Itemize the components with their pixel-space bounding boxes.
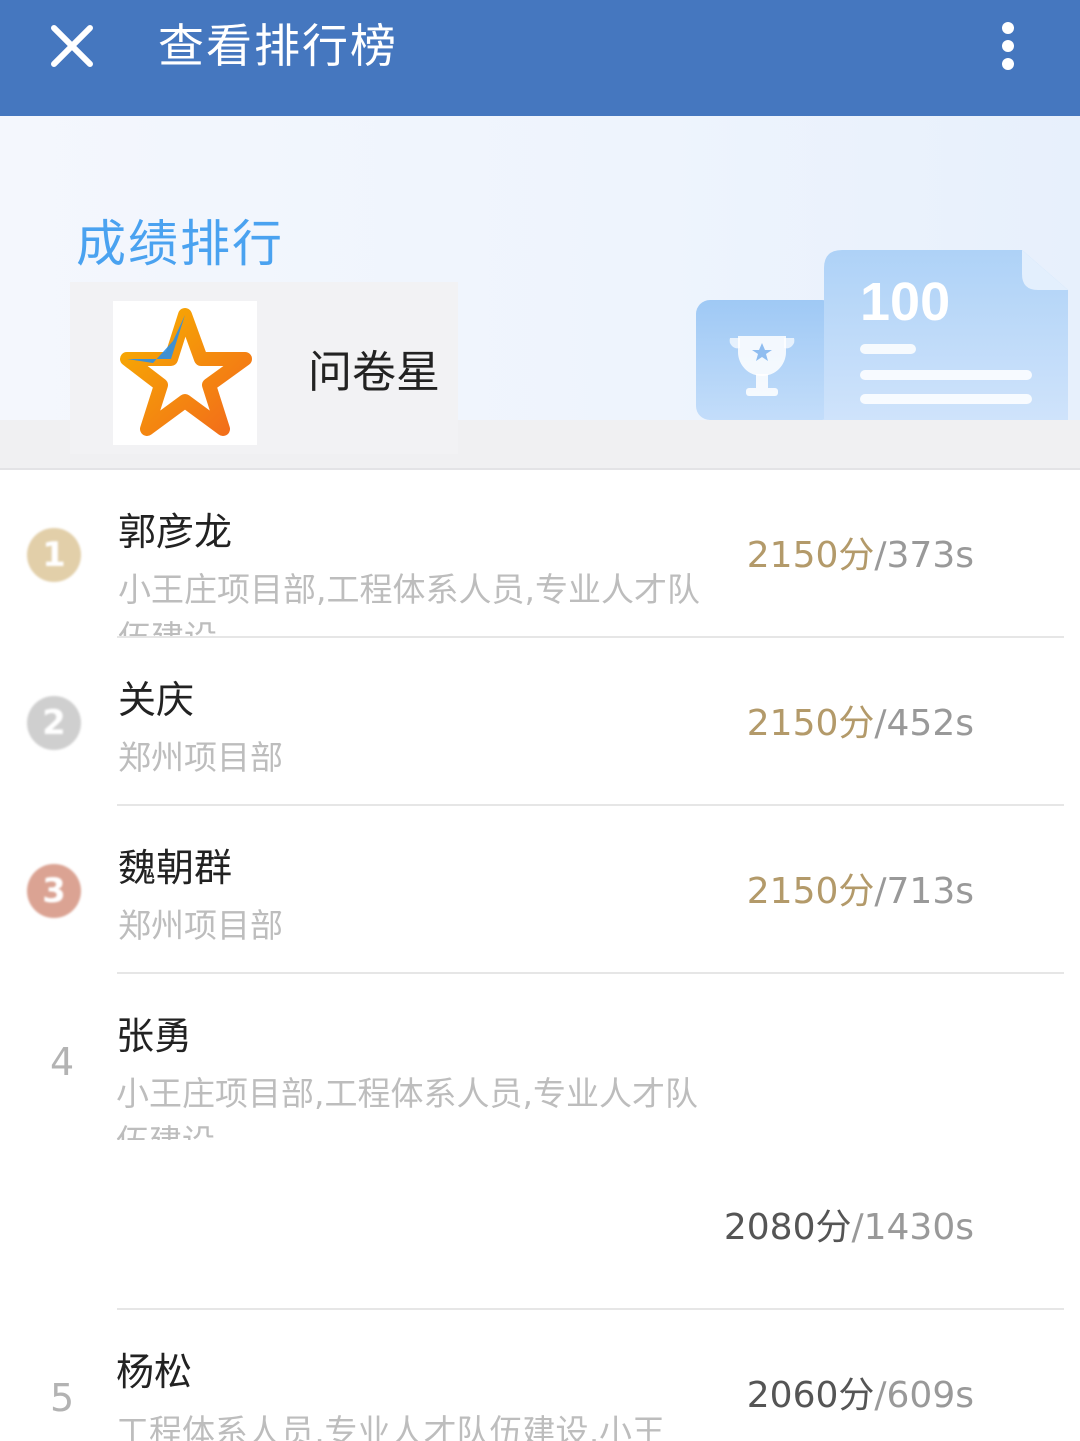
- rank-number: 4: [50, 1040, 75, 1084]
- participant-department: 小王庄项目部,工程体系人员,专业人才队伍建设: [118, 570, 700, 636]
- svg-text:100: 100: [860, 272, 950, 332]
- rank-number: 5: [50, 1376, 75, 1420]
- close-button[interactable]: [40, 14, 104, 78]
- leaderboard-row[interactable]: 2 关庆 郑州项目部 2150分/452s: [0, 638, 1080, 806]
- leaderboard-row[interactable]: 1 郭彦龙 小王庄项目部,工程体系人员,专业人才队伍建设 2150分/373s: [0, 470, 1080, 638]
- participant-score: 2150分/713s: [746, 871, 974, 912]
- star-logo-icon: [120, 308, 252, 436]
- participant-name: 关庆: [118, 678, 195, 722]
- participant-department: 郑州项目部: [118, 738, 283, 777]
- participant-score: 2080分/1430s: [723, 1207, 974, 1248]
- more-button[interactable]: [984, 14, 1032, 78]
- banner-title: 成绩排行: [76, 215, 284, 273]
- participant-department: 工程体系人员,专业人才队伍建设,小王: [116, 1412, 665, 1441]
- logo: [113, 301, 257, 445]
- leaderboard-row[interactable]: 5 杨松 工程体系人员,专业人才队伍建设,小王 2060分/609s: [0, 1310, 1080, 1441]
- score-sheet-illustration: 100: [696, 250, 1068, 420]
- bronze-medal-icon: 3: [27, 864, 81, 918]
- leaderboard-row[interactable]: 4 张勇 小王庄项目部,工程体系人员,专业人才队伍建设 2080分/1430s: [0, 974, 1080, 1310]
- survey-logo-card: 问卷星: [70, 282, 458, 454]
- silver-medal-icon: 2: [27, 696, 81, 750]
- participant-department: 郑州项目部: [118, 906, 283, 945]
- participant-name: 张勇: [116, 1014, 193, 1058]
- participant-department: 小王庄项目部,工程体系人员,专业人才队伍建设: [116, 1074, 698, 1140]
- participant-score: 2060分/609s: [746, 1375, 974, 1416]
- more-vertical-icon: [1002, 22, 1014, 70]
- gold-medal-icon: 1: [27, 528, 81, 582]
- participant-name: 魏朝群: [118, 846, 233, 890]
- participant-score: 2150分/452s: [746, 703, 974, 744]
- survey-brand-name: 问卷星: [308, 347, 440, 398]
- page-title: 查看排行榜: [158, 19, 398, 73]
- top-bar: 查看排行榜: [0, 0, 1080, 116]
- participant-name: 郭彦龙: [118, 510, 233, 554]
- close-icon: [51, 25, 93, 67]
- participant-name: 杨松: [116, 1350, 193, 1394]
- participant-score: 2150分/373s: [746, 535, 974, 576]
- leaderboard-row[interactable]: 3 魏朝群 郑州项目部 2150分/713s: [0, 806, 1080, 974]
